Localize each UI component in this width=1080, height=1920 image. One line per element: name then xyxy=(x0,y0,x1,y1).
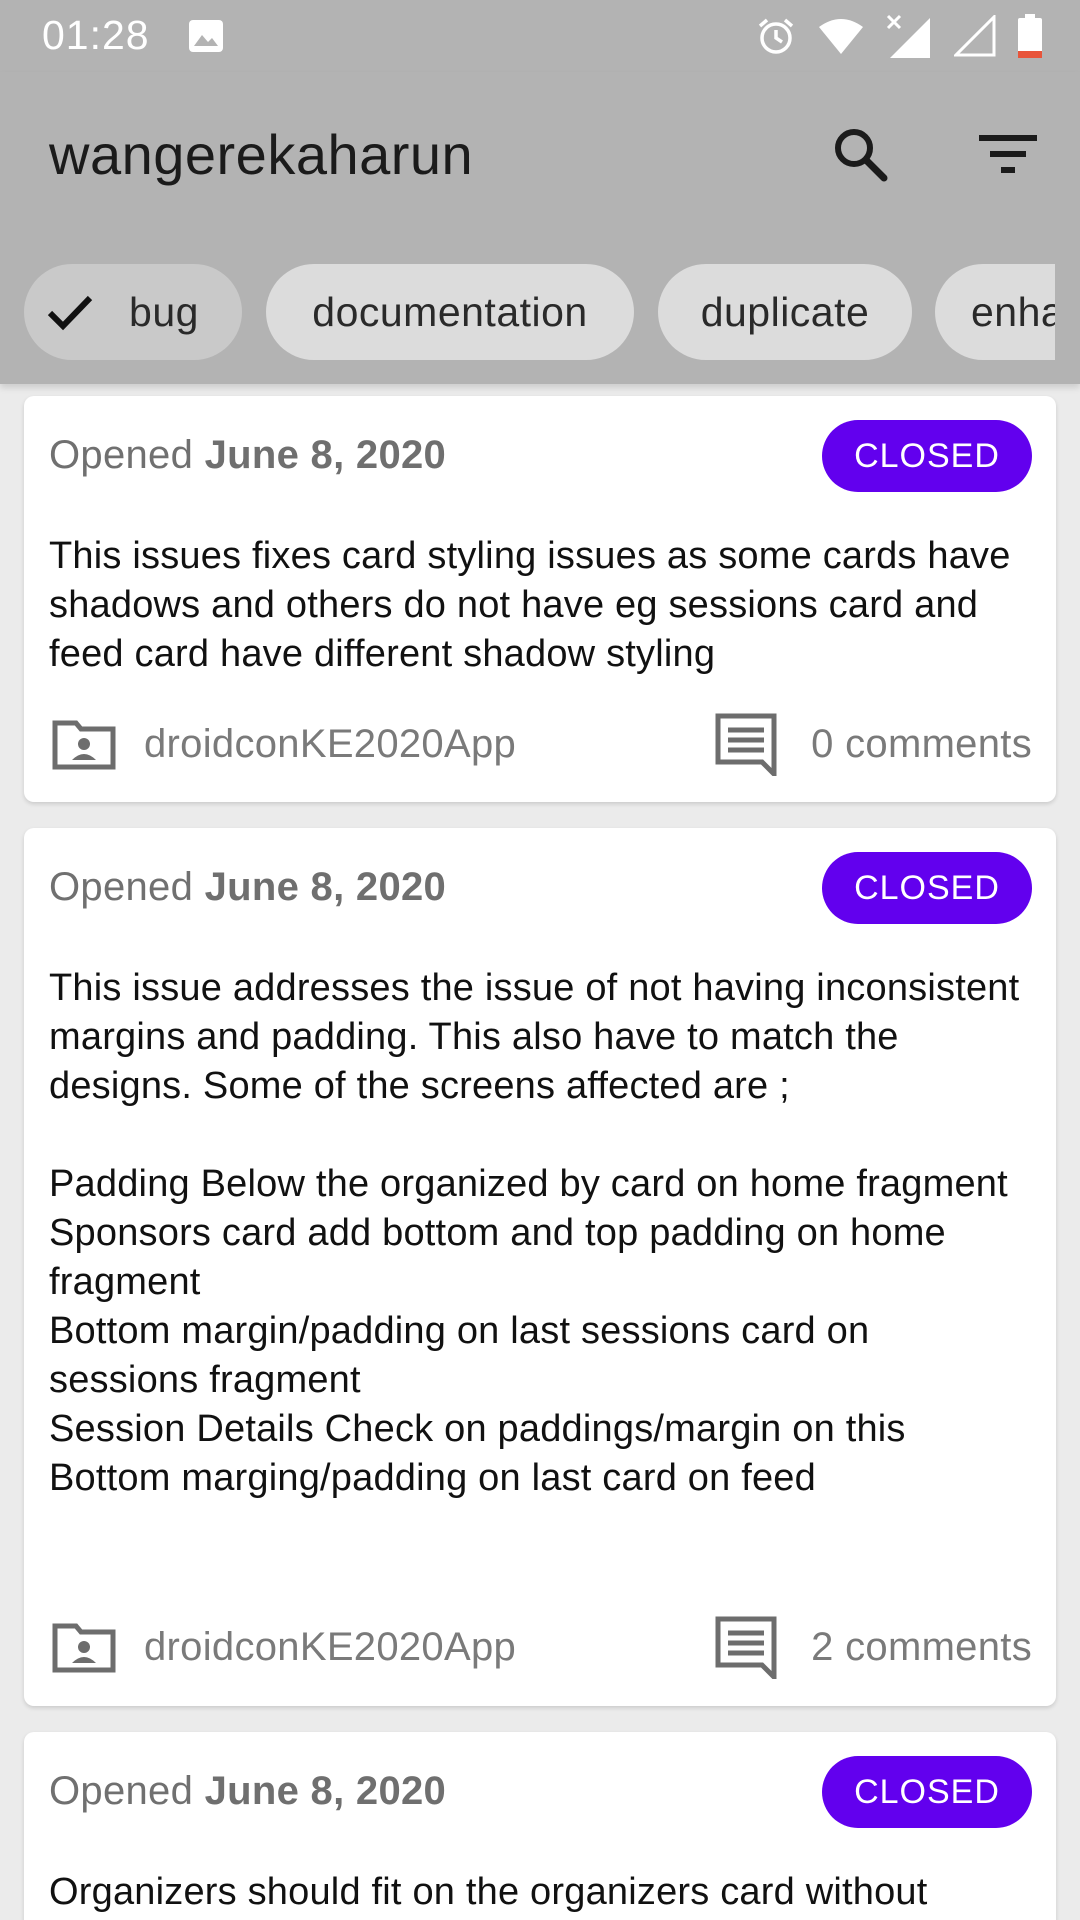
chip-duplicate[interactable]: duplicate xyxy=(658,264,912,360)
repo-name[interactable]: droidconKE2020App xyxy=(144,1625,516,1670)
chip-label: bug xyxy=(129,288,199,335)
status-bar: 01:28 xyxy=(0,0,1080,72)
status-badge: CLOSED xyxy=(822,1756,1032,1828)
folder-account-icon xyxy=(52,1623,116,1673)
repo-name[interactable]: droidconKE2020App xyxy=(144,722,516,767)
cell-signal-x-icon xyxy=(886,14,930,58)
check-icon xyxy=(47,295,93,331)
opened-date: Opened June 8, 2020 xyxy=(49,433,447,477)
image-icon xyxy=(189,20,223,52)
wifi-icon xyxy=(819,19,863,54)
chip-label: documentation xyxy=(312,288,588,335)
app-title: wangerekaharun xyxy=(49,123,474,186)
folder-account-icon xyxy=(52,720,116,770)
alarm-icon xyxy=(758,18,794,54)
status-badge: CLOSED xyxy=(822,420,1032,492)
filter-icon xyxy=(979,135,1037,173)
issue-list[interactable]: Opened June 8, 2020 CLOSED This issues f… xyxy=(0,384,1080,1920)
status-badge: CLOSED xyxy=(822,852,1032,924)
chip-documentation[interactable]: documentation xyxy=(266,264,634,360)
comment-count[interactable]: 2 comments xyxy=(811,1625,1032,1670)
search-icon xyxy=(835,129,888,182)
status-time: 01:28 xyxy=(42,12,150,58)
app-bar: wangerekaharun bug documentation duplica… xyxy=(0,72,1080,384)
opened-date: Opened June 8, 2020 xyxy=(49,865,447,909)
comment-icon xyxy=(715,1616,777,1679)
chip-label: enha xyxy=(971,288,1055,335)
chip-bug[interactable]: bug xyxy=(24,264,242,360)
issue-body: This issues fixes card styling issues as… xyxy=(49,535,1011,675)
issue-card[interactable]: Opened June 8, 2020 CLOSED This issues f… xyxy=(24,396,1056,802)
chip-enhancement[interactable]: enha xyxy=(935,264,1055,360)
opened-date: Opened June 8, 2020 xyxy=(49,1769,447,1813)
issue-body: This issue addresses the issue of not ha… xyxy=(49,967,1020,1499)
search-button[interactable] xyxy=(828,122,892,186)
chip-label: duplicate xyxy=(700,288,870,335)
cell-signal-empty-icon xyxy=(954,15,996,57)
comment-count[interactable]: 0 comments xyxy=(811,722,1032,767)
issue-card[interactable]: Opened June 8, 2020 CLOSED This issue ad… xyxy=(24,828,1056,1706)
battery-low-icon xyxy=(1018,14,1042,58)
filter-button[interactable] xyxy=(974,122,1042,186)
label-chip-row: bug documentation duplicate enha xyxy=(0,264,1055,364)
issue-card[interactable]: Opened June 8, 2020 CLOSED Organizers sh… xyxy=(24,1732,1056,1920)
issue-body: Organizers should fit on the organizers … xyxy=(49,1871,928,1913)
comment-icon xyxy=(715,713,777,776)
